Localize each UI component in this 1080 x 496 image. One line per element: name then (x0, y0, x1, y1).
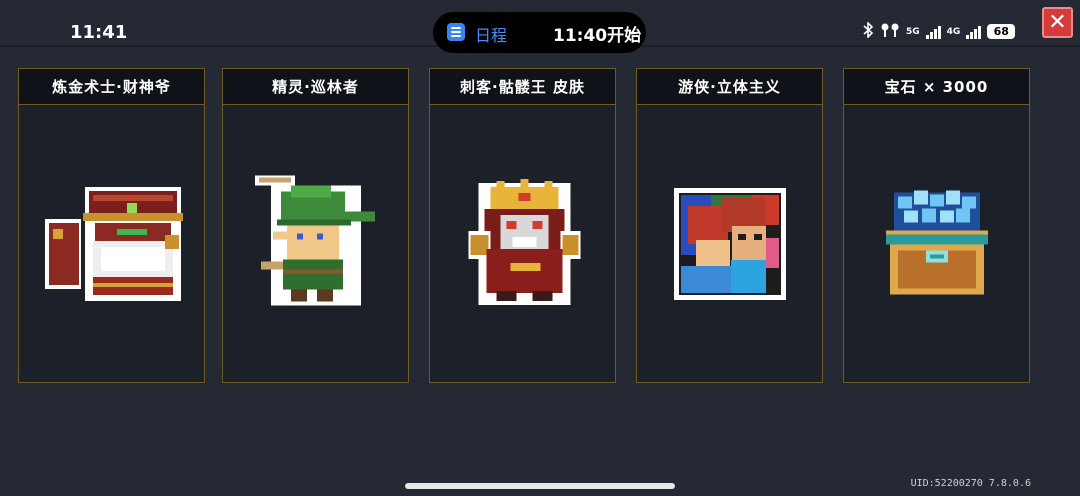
calendar-icon (447, 23, 465, 41)
dynamic-island[interactable]: 日程 11:40开始 (433, 12, 646, 53)
status-time: 11:41 (70, 22, 128, 43)
island-label: 日程 (475, 26, 508, 45)
earbuds-icon (880, 22, 900, 41)
close-button[interactable]: ✕ (1042, 7, 1073, 38)
reward-card[interactable]: 游侠·立体主义 (636, 68, 823, 383)
reward-title: 炼金术士·财神爷 (19, 69, 204, 105)
gem-chest-icon (844, 105, 1029, 383)
reward-card[interactable]: 炼金术士·财神爷 (18, 68, 205, 383)
home-indicator[interactable] (405, 483, 675, 489)
reward-title: 宝石 × 3000 (844, 69, 1029, 105)
status-icons: 5G 4G 68 (862, 21, 1016, 41)
reward-title: 精灵·巡林者 (223, 69, 408, 105)
uid-version-label: UID:52200270 7.8.0.6 (910, 478, 1031, 489)
alchemist-god-of-wealth-icon (19, 105, 204, 383)
signal-4g-icon (966, 25, 982, 39)
reward-card[interactable]: 精灵·巡林者 (222, 68, 409, 383)
reward-card[interactable]: 刺客·骷髅王 皮肤 (429, 68, 616, 383)
battery-icon: 68 (987, 24, 1016, 39)
reward-card[interactable]: 宝石 × 3000 (843, 68, 1030, 383)
bluetooth-icon (862, 21, 874, 41)
reward-title: 游侠·立体主义 (637, 69, 822, 105)
reward-title: 刺客·骷髅王 皮肤 (430, 69, 615, 105)
network-5g-label: 5G (906, 26, 920, 37)
island-time: 11:40开始 (553, 26, 642, 46)
ranger-cubism-icon (637, 105, 822, 383)
network-4g-label: 4G (946, 26, 961, 37)
assassin-skeleton-king-icon (430, 105, 615, 383)
elf-ranger-icon (223, 105, 408, 383)
signal-5g-icon (925, 25, 941, 39)
